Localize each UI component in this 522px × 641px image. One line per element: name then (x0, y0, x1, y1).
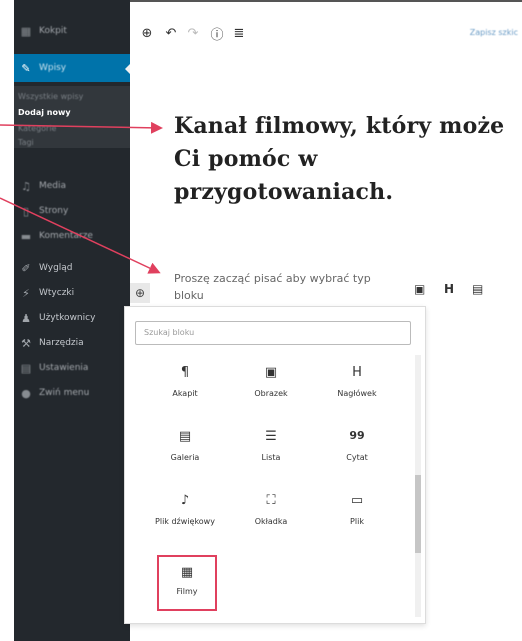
redo-icon[interactable]: ↷ (184, 24, 202, 42)
editor-toolbar: ⊕ ↶ ↷ ⓘ ≣ Zapisz szkic (130, 0, 522, 60)
page-icon: ▯ (22, 204, 30, 218)
block-quote[interactable]: 99 Cytat (309, 419, 405, 481)
admin-sidebar: ▦ Kokpit ✎ Wpisy Wszystkie wpisy Dodaj n… (14, 0, 131, 641)
submenu-all-posts[interactable]: Wszystkie wpisy (18, 92, 83, 101)
block-file[interactable]: ▭ Plik (309, 483, 405, 545)
block-paragraph[interactable]: ¶ Akapit (137, 355, 233, 417)
block-label: Plik (350, 517, 364, 526)
block-label: Plik dźwiękowy (155, 517, 215, 526)
submenu-add-new[interactable]: Dodaj nowy (18, 108, 71, 117)
comment-icon: ▬ (20, 229, 32, 243)
add-block-icon[interactable]: ⊕ (138, 24, 156, 42)
gallery-icon: ▤ (178, 429, 192, 444)
settings-icon: ▤ (20, 361, 32, 375)
sidebar-item-media[interactable]: ♫ Media (14, 175, 130, 197)
sidebar-item-label: Użytkownicy (39, 313, 96, 323)
add-block-inline-icon[interactable]: ⊕ (130, 283, 150, 303)
block-inserter: Szukaj bloku ¶ Akapit ▣ Obrazek H Nagłów… (124, 306, 426, 624)
sidebar-item-settings[interactable]: ▤ Ustawienia (14, 357, 130, 379)
block-video[interactable]: ▦ Filmy (157, 555, 217, 611)
image-shortcut-icon[interactable]: ▣ (414, 282, 425, 296)
sidebar-item-label: Wpisy (39, 63, 67, 73)
sidebar-item-appearance[interactable]: ✐ Wygląd (14, 257, 130, 279)
block-label: Akapit (172, 389, 198, 398)
block-label: Okładka (254, 517, 288, 526)
block-label: Nagłówek (337, 389, 377, 398)
block-label: Obrazek (254, 389, 288, 398)
block-label: Cytat (346, 453, 368, 462)
plugin-icon: ⚡ (22, 286, 30, 300)
sidebar-item-label: Zwiń menu (39, 388, 90, 398)
sidebar-item-comments[interactable]: ▬ Komentarze (14, 225, 130, 247)
scrollbar-thumb[interactable] (415, 475, 421, 553)
block-cover[interactable]: ⛶ Okładka (223, 483, 319, 545)
block-audio[interactable]: ♪ Plik dźwiękowy (137, 483, 233, 545)
dashboard-icon: ▦ (20, 24, 32, 38)
page-margin (0, 0, 14, 641)
block-label: Filmy (176, 587, 198, 596)
sidebar-item-dashboard[interactable]: ▦ Kokpit (14, 20, 130, 42)
info-icon[interactable]: ⓘ (208, 24, 226, 43)
block-label: Galeria (170, 453, 200, 462)
collapse-icon: ● (21, 386, 31, 400)
media-icon: ♫ (21, 179, 31, 193)
sidebar-item-label: Wtyczki (39, 288, 75, 298)
sidebar-item-users[interactable]: ♟ Użytkownicy (14, 307, 130, 329)
paragraph-icon: ¶ (180, 365, 190, 380)
pin-icon: ✎ (21, 61, 31, 75)
sidebar-item-posts[interactable]: ✎ Wpisy (14, 54, 131, 82)
cover-icon: ⛶ (266, 493, 276, 508)
inserter-scrollbar[interactable] (415, 355, 421, 617)
submenu-tags[interactable]: Tagi (18, 138, 34, 147)
block-label: Lista (261, 453, 281, 462)
heading-icon: H (352, 365, 362, 380)
sidebar-item-label: Narzędzia (39, 338, 84, 348)
sidebar-item-label: Kokpit (39, 26, 67, 36)
post-title[interactable]: Kanał filmowy, który może Ci pomóc w prz… (174, 110, 514, 209)
gallery-shortcut-icon[interactable]: ▤ (472, 282, 483, 296)
posts-submenu: Wszystkie wpisy Dodaj nowy Kategorie Tag… (14, 86, 130, 148)
sidebar-item-label: Ustawienia (39, 363, 89, 373)
sidebar-item-tools[interactable]: ⚒ Narzędzia (14, 332, 130, 354)
block-search-input[interactable]: Szukaj bloku (135, 321, 411, 345)
sidebar-item-pages[interactable]: ▯ Strony (14, 200, 130, 222)
video-icon: ▦ (180, 565, 194, 580)
brush-icon: ✐ (21, 261, 31, 275)
wrench-icon: ⚒ (21, 336, 31, 350)
block-gallery[interactable]: ▤ Galeria (137, 419, 233, 481)
block-grid: ¶ Akapit ▣ Obrazek H Nagłówek ▤ Galeria … (125, 355, 415, 623)
sidebar-item-label: Strony (39, 206, 69, 216)
submenu-categories[interactable]: Kategorie (18, 124, 56, 133)
heading-shortcut-icon[interactable]: H (444, 282, 454, 296)
sidebar-item-label: Komentarze (39, 231, 93, 241)
list-icon: ☰ (265, 429, 277, 444)
undo-icon[interactable]: ↶ (162, 24, 180, 42)
save-draft-button[interactable]: Zapisz szkic (470, 28, 518, 37)
audio-icon: ♪ (180, 493, 190, 508)
outline-icon[interactable]: ≣ (230, 24, 248, 42)
file-icon: ▭ (350, 493, 364, 508)
block-placeholder[interactable]: Proszę zacząć pisać aby wybrać typ bloku (174, 270, 384, 304)
sidebar-item-plugins[interactable]: ⚡ Wtyczki (14, 282, 130, 304)
users-icon: ♟ (21, 311, 31, 325)
quote-icon: 99 (349, 429, 365, 442)
image-icon: ▣ (264, 365, 278, 380)
sidebar-item-label: Wygląd (39, 263, 73, 273)
block-list[interactable]: ☰ Lista (223, 419, 319, 481)
sidebar-item-collapse[interactable]: ● Zwiń menu (14, 382, 130, 404)
sidebar-item-label: Media (39, 181, 67, 191)
block-image[interactable]: ▣ Obrazek (223, 355, 319, 417)
block-heading[interactable]: H Nagłówek (309, 355, 405, 417)
